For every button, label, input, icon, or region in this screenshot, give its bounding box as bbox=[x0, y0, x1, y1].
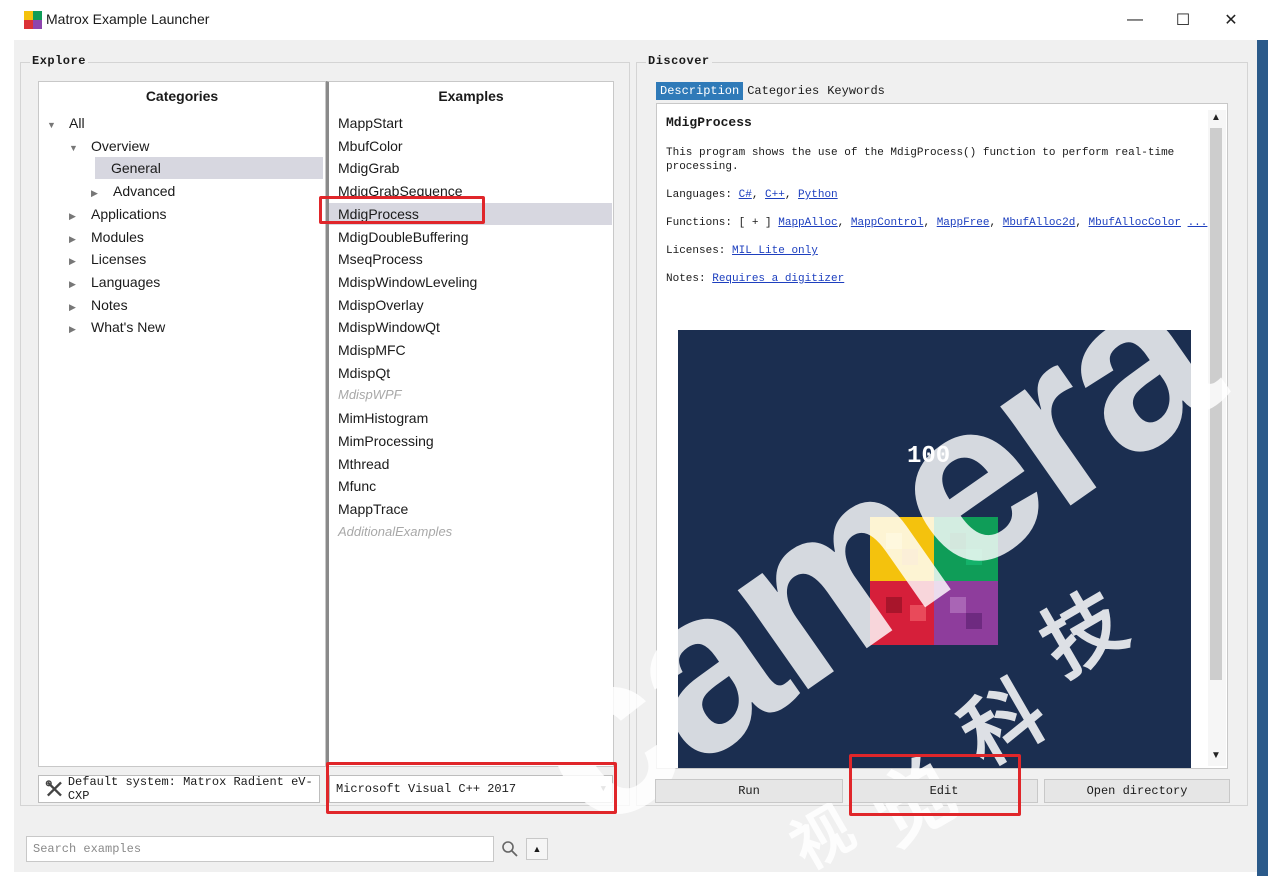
example-item[interactable]: MdispQt bbox=[338, 362, 390, 384]
tree-item[interactable]: ▼ All bbox=[47, 112, 85, 134]
tree-item-label: Modules bbox=[91, 228, 144, 245]
example-description: This program shows the use of the MdigPr… bbox=[666, 147, 1175, 173]
tools-icon bbox=[45, 780, 62, 797]
language-link-cpp[interactable]: C++ bbox=[765, 189, 785, 201]
function-link[interactable]: MappControl bbox=[851, 217, 924, 229]
title-bar: Matrox Example Launcher — ☐ ✕ bbox=[0, 0, 1268, 40]
tree-item[interactable]: ▶ What's New bbox=[69, 316, 165, 338]
tree-item-label: Licenses bbox=[91, 251, 147, 268]
example-item[interactable]: MappTrace bbox=[338, 498, 408, 520]
example-item[interactable]: MdispWindowQt bbox=[338, 316, 440, 338]
examples-header: Examples bbox=[438, 88, 504, 104]
tree-item-label: What's New bbox=[91, 319, 166, 336]
tree-item[interactable]: ▶ Advanced bbox=[91, 180, 175, 202]
tree-item[interactable]: ▶ Modules bbox=[69, 226, 144, 248]
tree-item[interactable]: ▶ Languages bbox=[69, 271, 160, 293]
collapsed-arrow-icon[interactable]: ▶ bbox=[69, 318, 79, 340]
highlight-edit bbox=[849, 754, 1021, 816]
licenses-link[interactable]: MIL Lite only bbox=[732, 245, 818, 257]
languages-label: Languages: bbox=[666, 189, 733, 201]
tree-item-label: General bbox=[111, 160, 161, 177]
window-title: Matrox Example Launcher bbox=[46, 11, 210, 27]
discover-title: Discover bbox=[646, 54, 712, 68]
functions-more-link[interactable]: ... bbox=[1188, 217, 1208, 229]
app-logo-icon bbox=[24, 11, 42, 29]
example-item[interactable]: Mthread bbox=[338, 453, 389, 475]
expanded-arrow-icon[interactable]: ▼ bbox=[69, 137, 79, 159]
tree-item[interactable]: ▼ Overview bbox=[69, 135, 149, 157]
language-link-python[interactable]: Python bbox=[798, 189, 838, 201]
tree-item[interactable]: ▶ Applications bbox=[69, 203, 167, 225]
example-item: MdispWPF bbox=[338, 387, 402, 403]
tree-item-label: Applications bbox=[91, 205, 167, 222]
tab-keywords[interactable]: Keywords bbox=[823, 82, 889, 100]
close-button[interactable]: ✕ bbox=[1208, 6, 1254, 34]
minimize-button[interactable]: — bbox=[1112, 6, 1158, 34]
categories-header: Categories bbox=[145, 88, 219, 104]
function-link[interactable]: MbufAlloc2d bbox=[1003, 217, 1076, 229]
expanded-arrow-icon[interactable]: ▼ bbox=[47, 114, 57, 136]
function-link[interactable]: MappAlloc bbox=[778, 217, 837, 229]
functions-line: Functions: [ + ] MappAlloc, MappControl,… bbox=[666, 217, 1208, 229]
highlight-mdigprocess bbox=[319, 196, 485, 224]
example-item[interactable]: Mfunc bbox=[338, 475, 376, 497]
example-item[interactable]: MimProcessing bbox=[338, 430, 434, 452]
discover-tabs: Description Categories Keywords bbox=[656, 82, 889, 100]
maximize-button[interactable]: ☐ bbox=[1160, 6, 1206, 34]
example-title: MdigProcess bbox=[666, 115, 752, 130]
tab-description[interactable]: Description bbox=[656, 82, 744, 100]
notes-label: Notes: bbox=[666, 273, 706, 285]
desktop-background bbox=[1257, 40, 1268, 876]
collapsed-arrow-icon[interactable]: ▶ bbox=[69, 296, 79, 318]
tree-item-label: Languages bbox=[91, 273, 161, 290]
collapsed-arrow-icon[interactable]: ▶ bbox=[69, 250, 79, 272]
tree-item-label: Overview bbox=[91, 137, 150, 154]
example-item[interactable]: MbufColor bbox=[338, 135, 403, 157]
example-item[interactable]: MdispMFC bbox=[338, 339, 406, 361]
language-link-csharp[interactable]: C# bbox=[739, 189, 752, 201]
example-item[interactable]: MdispWindowLeveling bbox=[338, 271, 477, 293]
collapsed-arrow-icon[interactable]: ▶ bbox=[69, 205, 79, 227]
function-link[interactable]: MappFree bbox=[937, 217, 990, 229]
languages-line: Languages: C#, C++, Python bbox=[666, 189, 838, 201]
categories-pane: Categories ▼ All ▼ Overview General ▶ Advanced… bbox=[38, 81, 326, 767]
licenses-label: Licenses: bbox=[666, 245, 726, 257]
example-item[interactable]: MdigDoubleBuffering bbox=[338, 226, 469, 248]
highlight-compiler bbox=[326, 762, 617, 814]
tree-item[interactable]: ▶ Licenses bbox=[69, 248, 146, 270]
chevron-up-icon: ▲ bbox=[532, 844, 542, 854]
tree-item-label: Notes bbox=[91, 296, 128, 313]
example-item[interactable]: MdispOverlay bbox=[338, 294, 424, 316]
tree-item[interactable]: ▶ Notes bbox=[69, 294, 128, 316]
collapse-up-button[interactable]: ▲ bbox=[526, 838, 548, 860]
collapsed-arrow-icon[interactable]: ▶ bbox=[91, 182, 101, 204]
example-item[interactable]: MseqProcess bbox=[338, 248, 423, 270]
example-item[interactable]: MappStart bbox=[338, 112, 403, 134]
search-input[interactable]: Search examples bbox=[26, 836, 494, 862]
default-system-button[interactable]: Default system: Matrox Radient eV-CXP bbox=[38, 775, 320, 803]
collapsed-arrow-icon[interactable]: ▶ bbox=[69, 228, 79, 250]
example-item[interactable]: MimHistogram bbox=[338, 407, 428, 429]
tab-categories[interactable]: Categories bbox=[743, 82, 823, 100]
functions-label: Functions: bbox=[666, 217, 733, 229]
example-item[interactable]: MdigGrab bbox=[338, 157, 399, 179]
tree-item[interactable]: General bbox=[95, 157, 323, 180]
run-button[interactable]: Run bbox=[655, 779, 843, 803]
search-icon[interactable] bbox=[497, 836, 523, 862]
default-system-label: Default system: Matrox Radient eV-CXP bbox=[67, 775, 313, 803]
explore-title: Explore bbox=[30, 54, 88, 68]
notes-link[interactable]: Requires a digitizer bbox=[712, 273, 844, 285]
scroll-up-icon[interactable]: ▲ bbox=[1211, 112, 1221, 123]
scroll-down-icon[interactable]: ▼ bbox=[1211, 750, 1221, 761]
open-directory-button[interactable]: Open directory bbox=[1044, 779, 1230, 803]
tree-item-label: All bbox=[69, 115, 85, 131]
tree-item-label: Advanced bbox=[113, 183, 176, 200]
functions-expand[interactable]: [ + ] bbox=[739, 217, 772, 229]
example-item: AdditionalExamples bbox=[338, 523, 453, 539]
collapsed-arrow-icon[interactable]: ▶ bbox=[69, 273, 79, 295]
